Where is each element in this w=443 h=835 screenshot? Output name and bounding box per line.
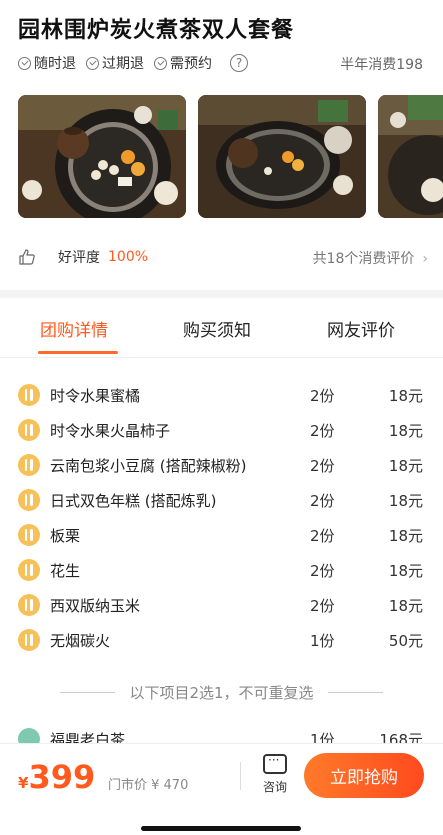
item-name: 无烟碳火 <box>50 632 111 650</box>
list-item: 西双版纳玉米 2份 18元 <box>0 590 443 620</box>
item-qty: 2份 <box>310 562 335 580</box>
cutlery-icon <box>18 384 40 406</box>
help-icon[interactable]: ? <box>230 54 248 72</box>
review-count: 共18个消费评价 <box>312 251 415 267</box>
consult-label: 咨询 <box>262 780 287 794</box>
sale-price: ¥399 <box>18 758 95 796</box>
badge-label: 需预约 <box>170 56 212 72</box>
gallery-photo-2[interactable] <box>198 95 366 218</box>
price-amount: 399 <box>28 758 96 796</box>
item-qty: 2份 <box>310 527 335 545</box>
item-price: 50元 <box>388 632 423 650</box>
product-title: 园林围炉炭火煮茶双人套餐 <box>18 18 295 43</box>
review-count-link[interactable]: 共18个消费评价 › <box>313 248 428 268</box>
item-price: 18元 <box>388 492 423 510</box>
rating-percent: 100% <box>108 249 149 265</box>
divider-line <box>60 691 116 693</box>
sales-count: 半年消费198 <box>340 57 423 73</box>
item-qty: 2份 <box>310 597 335 615</box>
badge-label: 随时退 <box>34 56 76 72</box>
item-name: 西双版纳玉米 <box>50 597 141 615</box>
chevron-right-icon: › <box>422 251 428 267</box>
product-header: 园林围炉炭火煮茶双人套餐 随时退 过期退 需预约 ? 半年消费198 好评度 1… <box>0 0 443 290</box>
item-qty: 1份 <box>310 632 335 650</box>
item-qty: 2份 <box>310 422 335 440</box>
divider <box>240 762 241 790</box>
choice-divider: 以下项目2选1，不可重复选 <box>0 680 443 704</box>
item-price: 18元 <box>388 597 423 615</box>
item-name: 云南包浆小豆腐 (搭配辣椒粉) <box>50 457 247 475</box>
list-item: 时令水果火晶柿子 2份 18元 <box>0 415 443 445</box>
divider-line <box>327 691 383 693</box>
list-item: 板栗 2份 18元 <box>0 520 443 550</box>
item-price: 18元 <box>388 387 423 405</box>
list-item: 时令水果蜜橘 2份 18元 <box>0 380 443 410</box>
active-tab-indicator <box>38 351 118 354</box>
bottom-action-bar: ¥399 门市价 ¥ 470 咨询 立即抢购 <box>0 743 443 835</box>
item-price: 18元 <box>388 527 423 545</box>
service-badges: 随时退 过期退 需预约 ? <box>18 53 248 73</box>
cutlery-icon <box>18 559 40 581</box>
choice-note: 以下项目2选1，不可重复选 <box>129 683 314 702</box>
cutlery-icon <box>18 419 40 441</box>
list-item: 云南包浆小豆腐 (搭配辣椒粉) 2份 18元 <box>0 450 443 480</box>
photo-gallery[interactable] <box>18 95 443 218</box>
thumbs-up-icon <box>19 249 35 265</box>
item-price: 18元 <box>388 457 423 475</box>
item-qty: 2份 <box>310 387 335 405</box>
item-price: 18元 <box>388 422 423 440</box>
badge-label: 过期退 <box>102 56 144 72</box>
buy-now-button[interactable]: 立即抢购 <box>304 753 424 798</box>
tab-purchase-notes[interactable]: 购买须知 <box>183 316 251 341</box>
list-item: 花生 2份 18元 <box>0 555 443 585</box>
cutlery-icon <box>18 489 40 511</box>
item-name: 花生 <box>50 562 81 580</box>
item-name: 板栗 <box>50 527 81 545</box>
gallery-photo-1[interactable] <box>18 95 186 218</box>
list-item: 无烟碳火 1份 50元 <box>0 625 443 655</box>
badge-reservation: 需预约 <box>154 53 212 73</box>
tab-user-reviews[interactable]: 网友评价 <box>327 316 395 341</box>
item-price: 18元 <box>388 562 423 580</box>
badge-refund-expired: 过期退 <box>86 53 144 73</box>
tab-group-details[interactable]: 团购详情 <box>40 316 108 341</box>
section-gap <box>0 290 443 298</box>
item-qty: 2份 <box>310 457 335 475</box>
item-name: 时令水果火晶柿子 <box>50 422 171 440</box>
check-circle-icon <box>86 56 99 70</box>
list-item: 日式双色年糕 (搭配炼乳) 2份 18元 <box>0 485 443 515</box>
cutlery-icon <box>18 629 40 651</box>
home-indicator <box>141 826 301 831</box>
badge-refund-anytime: 随时退 <box>18 53 76 73</box>
check-circle-icon <box>18 56 31 70</box>
cutlery-icon <box>18 594 40 616</box>
item-name: 时令水果蜜橘 <box>50 387 141 405</box>
item-qty: 2份 <box>310 492 335 510</box>
currency-symbol: ¥ <box>18 774 29 792</box>
rating-label: 好评度 <box>58 250 100 266</box>
rating-row[interactable]: 好评度 100% 共18个消费评价 › <box>18 245 428 269</box>
cutlery-icon <box>18 524 40 546</box>
chat-icon <box>263 753 287 774</box>
market-price: 门市价 ¥ 470 <box>108 778 189 793</box>
check-circle-icon <box>154 56 167 70</box>
tab-bar: 团购详情 购买须知 网友评价 <box>0 298 443 358</box>
gallery-photo-3[interactable] <box>378 95 443 218</box>
item-name: 日式双色年糕 (搭配炼乳) <box>50 492 217 510</box>
consult-button[interactable]: 咨询 <box>258 753 292 795</box>
cutlery-icon <box>18 454 40 476</box>
